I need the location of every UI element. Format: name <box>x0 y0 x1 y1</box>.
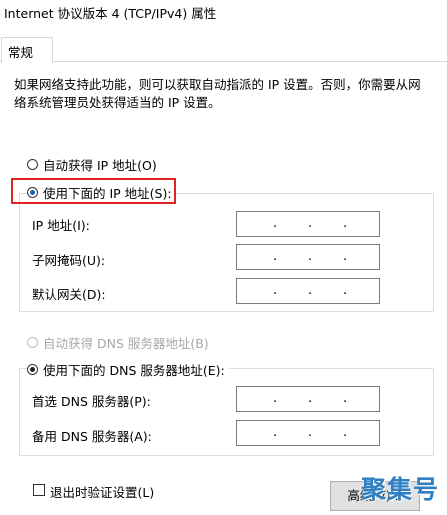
auto-ip-radio[interactable] <box>27 159 38 170</box>
ip-dot: . <box>308 216 313 231</box>
description-line-2: 络系统管理员处获得适当的 IP 设置。 <box>14 95 221 110</box>
tab-general[interactable]: 常规 <box>1 37 53 63</box>
auto-ip-option[interactable]: 自动获得 IP 地址(O) <box>27 155 157 174</box>
ip-dot: . <box>308 391 313 406</box>
ip-dot: . <box>308 249 313 264</box>
validate-on-exit-checkbox[interactable] <box>33 484 45 496</box>
title-bar: Internet 协议版本 4 (TCP/IPv4) 属性 <box>0 0 447 30</box>
alternate-dns-label: 备用 DNS 服务器(A): <box>32 429 152 444</box>
description-text: 如果网络支持此功能，则可以获取自动指派的 IP 设置。否则，你需要从网 络系统管… <box>14 76 434 112</box>
auto-dns-option[interactable]: 自动获得 DNS 服务器地址(B) <box>27 333 209 352</box>
alternate-dns-input[interactable]: . . . <box>236 420 380 446</box>
ip-dot: . <box>273 425 278 440</box>
manual-dns-label: 使用下面的 DNS 服务器地址(E): <box>43 363 225 378</box>
ip-dot: . <box>343 391 348 406</box>
auto-dns-radio[interactable] <box>27 337 38 348</box>
manual-ip-option[interactable]: 使用下面的 IP 地址(S): <box>27 183 176 202</box>
tab-general-label: 常规 <box>8 45 34 60</box>
preferred-dns-input[interactable]: . . . <box>236 386 380 412</box>
ip-dot: . <box>343 249 348 264</box>
ip-dot: . <box>308 425 313 440</box>
validate-on-exit-label: 退出时验证设置(L) <box>50 485 155 500</box>
manual-dns-radio[interactable] <box>27 364 38 375</box>
description-line-1: 如果网络支持此功能，则可以获取自动指派的 IP 设置。否则，你需要从网 <box>14 77 421 92</box>
tab-strip: 常规 <box>0 30 447 63</box>
subnet-mask-label: 子网掩码(U): <box>32 253 106 268</box>
ip-dot: . <box>308 283 313 298</box>
auto-ip-label: 自动获得 IP 地址(O) <box>43 158 157 173</box>
default-gateway-label: 默认网关(D): <box>32 287 106 302</box>
manual-ip-label: 使用下面的 IP 地址(S): <box>43 186 172 201</box>
ip-dot: . <box>273 216 278 231</box>
ip-address-input[interactable]: . . . <box>236 211 380 237</box>
watermark-logo: 聚集号 <box>361 475 440 504</box>
ip-dot: . <box>343 283 348 298</box>
ip-dot: . <box>273 283 278 298</box>
ip-dot: . <box>343 425 348 440</box>
auto-dns-label: 自动获得 DNS 服务器地址(B) <box>43 336 209 351</box>
preferred-dns-label: 首选 DNS 服务器(P): <box>32 394 151 409</box>
default-gateway-input[interactable]: . . . <box>236 278 380 304</box>
ip-dot: . <box>273 391 278 406</box>
manual-ip-radio[interactable] <box>27 187 38 198</box>
window-title: Internet 协议版本 4 (TCP/IPv4) 属性 <box>4 6 217 21</box>
ip-dot: . <box>343 216 348 231</box>
ip-address-label: IP 地址(I): <box>32 218 90 233</box>
subnet-mask-input[interactable]: . . . <box>236 244 380 270</box>
ip-dot: . <box>273 249 278 264</box>
manual-dns-option[interactable]: 使用下面的 DNS 服务器地址(E): <box>27 360 229 379</box>
